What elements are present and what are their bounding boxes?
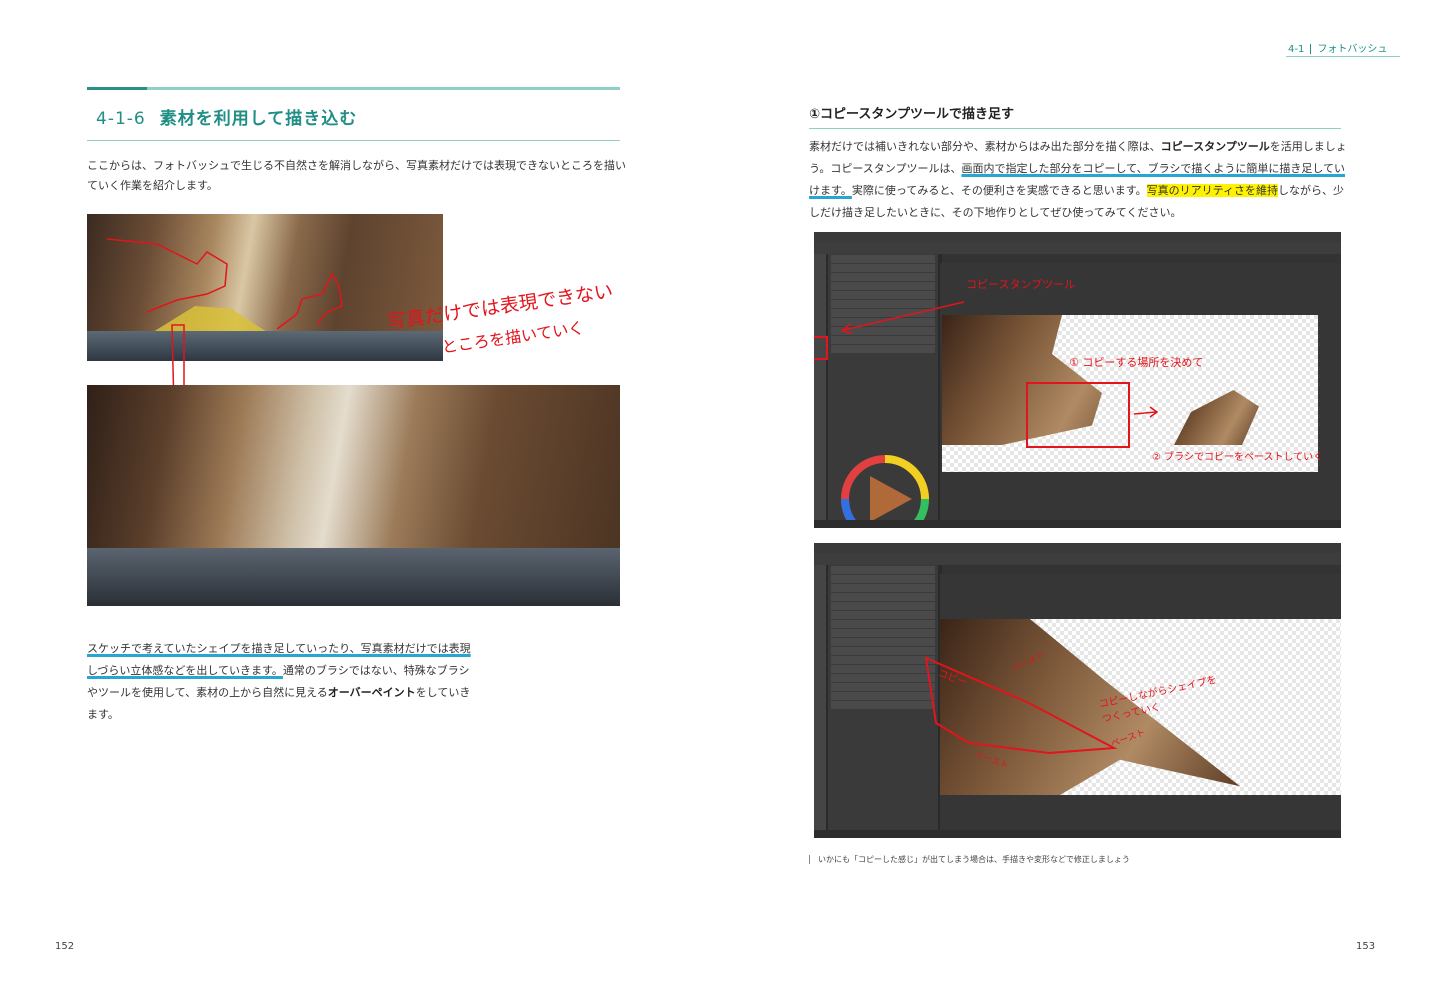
water xyxy=(87,548,620,606)
after-image xyxy=(87,385,620,606)
header-title: フォトバッシュ xyxy=(1317,44,1388,55)
before-image xyxy=(87,214,443,361)
body-text: 実際に使ってみると、その便利さを実感できると思います。 xyxy=(851,184,1147,197)
section-bottom-rule xyxy=(87,140,620,141)
photoshop-screenshot-2: コピー ペースト ペースト ペースト コピーしながらシェイプをつくっていく xyxy=(814,543,1341,838)
intro-paragraph: ここからは、フォトバッシュで生じる不自然さを解消しながら、写真素材だけでは表現で… xyxy=(87,159,626,192)
section-title-text: 素材を利用して描き込む xyxy=(159,109,358,129)
body-text: 素材だけでは補いきれない部分や、素材からはみ出た部分を描く際は、 xyxy=(809,140,1161,153)
body-paragraph-right: 素材だけでは補いきれない部分や、素材からはみ出た部分を描く際は、コピースタンプツ… xyxy=(809,136,1349,224)
keyword: コピースタンプツール xyxy=(1160,140,1270,153)
figure-caption: いかにも「コピーした感じ」が出てしまう場合は、手描きや変形などで修正しましょう xyxy=(809,854,1130,865)
header-section: 4-1 xyxy=(1288,44,1305,55)
red-sketch-outline xyxy=(106,238,343,330)
highlighted-text: 写真のリアリティさを維持 xyxy=(1146,184,1278,197)
section-number: 4-1-6 xyxy=(96,109,146,129)
running-header: 4-1 フォトバッシュ xyxy=(1288,40,1387,55)
caption-text: いかにも「コピーした感じ」が出てしまう場合は、手描きや変形などで修正しましょう xyxy=(818,855,1130,864)
red-shape-outline xyxy=(924,656,1118,755)
subheading-rule xyxy=(809,128,1341,129)
body-paragraph: スケッチで考えていたシェイプを描き足していったり、写真素材だけでは表現しづらい立… xyxy=(87,638,477,726)
page-number-right: 153 xyxy=(1356,941,1376,952)
red-arrows xyxy=(840,301,1159,418)
keyword: オーバーペイント xyxy=(327,686,416,699)
photoshop-screenshot-1: コピースタンプツール ① コピーする場所を決めて ② ブラシでコピーをペーストし… xyxy=(814,232,1341,528)
section-title: 4-1-6 素材を利用して描き込む xyxy=(96,104,357,129)
section-top-rule xyxy=(87,87,620,90)
header-rule xyxy=(1286,56,1400,57)
subheading: ①コピースタンプツールで描き足す xyxy=(809,107,1014,122)
page-number-left: 152 xyxy=(55,941,75,952)
